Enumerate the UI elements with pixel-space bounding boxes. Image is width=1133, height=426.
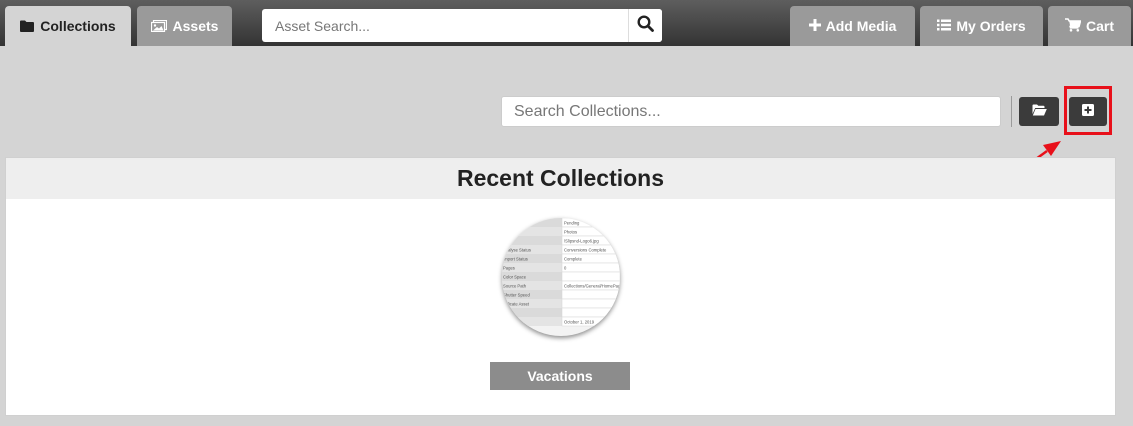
plus-icon: [808, 18, 821, 34]
collection-search-box: [501, 96, 1001, 127]
tab-collections[interactable]: Collections: [5, 6, 131, 46]
thumb-row-label-cell: [502, 308, 562, 317]
thumb-row-value-cell: [561, 298, 620, 309]
thumb-row-value-cell: [561, 262, 620, 273]
asset-search-input[interactable]: [262, 9, 628, 42]
search-icon: [637, 14, 654, 37]
thumb-row-text: Color Space: [503, 274, 527, 279]
thumb-row-text: Complete: [564, 256, 583, 261]
thumb-row-value-cell: [561, 307, 620, 318]
thumb-row-label-cell: [502, 236, 562, 245]
plus-square-icon: [1082, 103, 1094, 121]
cart-button[interactable]: Cart: [1048, 6, 1131, 46]
add-media-button[interactable]: Add Media: [790, 6, 915, 46]
tab-assets-label: Assets: [172, 18, 219, 34]
thumb-row-label-cell: [502, 227, 562, 236]
new-collection-button[interactable]: [1069, 97, 1107, 126]
cart-label: Cart: [1085, 18, 1114, 34]
add-media-label: Add Media: [825, 18, 897, 34]
top-nav-bar: Collections Assets Add Media My Orders C…: [0, 0, 1133, 46]
cart-icon: [1064, 17, 1082, 35]
toolbar-divider: [1011, 96, 1012, 127]
thumb-row-text: Import Status: [503, 256, 528, 261]
thumb-row-text: Collections/General/HomePage/vt: [564, 283, 620, 288]
thumb-row-text: Pending: [564, 220, 580, 225]
folder-icon: [20, 20, 35, 32]
panel-title: Recent Collections: [456, 165, 665, 191]
my-orders-label: My Orders: [956, 18, 1026, 34]
folder-open-icon: [1032, 103, 1047, 121]
thumb-row-text: /Slipsnd-Logo6.jpg: [564, 238, 599, 243]
images-icon: [150, 20, 167, 32]
thumb-row-value-cell: [561, 271, 620, 282]
thumb-row-text: Shutter Speed: [503, 292, 530, 297]
thumb-row-text: Source Path: [503, 283, 527, 288]
browse-folders-button[interactable]: [1019, 97, 1059, 126]
list-icon: [937, 18, 952, 34]
thumb-row-label-cell: [502, 317, 562, 326]
thumb-row-label-cell: [502, 218, 562, 227]
thumb-row-text: Indicate Asset: [503, 301, 530, 306]
tab-collections-label: Collections: [40, 18, 116, 34]
thumb-row-text: Photos: [564, 229, 577, 234]
collection-thumbnail: Pending Photos/Slipsnd-Logo6.jpg Analyse S…: [502, 218, 620, 336]
thumb-row-value-cell: [561, 289, 620, 300]
asset-search-button[interactable]: [628, 9, 662, 42]
panel-header: Recent Collections: [6, 158, 1115, 199]
collection-search-input[interactable]: [502, 97, 1000, 126]
thumb-row-text: Conversions Complete: [564, 247, 607, 252]
thumb-row-text: October 1, 2019: [564, 319, 595, 324]
thumb-row-text: Pages: [503, 265, 515, 270]
thumbnail-table-image: Pending Photos/Slipsnd-Logo6.jpg Analyse S…: [502, 218, 620, 327]
recent-collections-panel: Recent Collections Pending Photos/Slipsnd…: [5, 157, 1116, 416]
thumb-row-text: Analyse Status: [503, 247, 531, 252]
collection-name: Vacations: [490, 362, 630, 390]
my-orders-button[interactable]: My Orders: [920, 6, 1043, 46]
asset-search-box: [262, 9, 662, 42]
tab-assets[interactable]: Assets: [137, 6, 232, 46]
